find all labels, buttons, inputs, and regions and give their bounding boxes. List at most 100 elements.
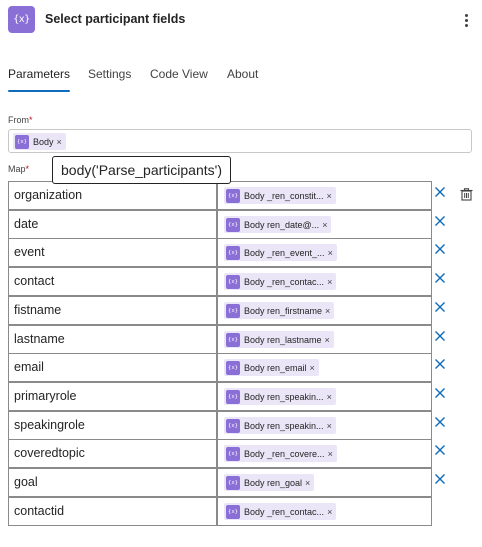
map-row: date {x} Body ren_date@... × bbox=[8, 210, 432, 239]
token-remove-icon[interactable]: × bbox=[328, 449, 333, 459]
map-value-input[interactable]: {x} Body ren_email × bbox=[217, 353, 432, 382]
token-remove-icon[interactable]: × bbox=[322, 220, 327, 230]
from-label: From* bbox=[8, 115, 33, 125]
delete-row-icon[interactable] bbox=[432, 213, 448, 229]
delete-row-icon[interactable] bbox=[432, 442, 448, 458]
token-remove-icon[interactable]: × bbox=[327, 277, 332, 287]
expression-token-icon: {x} bbox=[226, 217, 240, 232]
expression-token-icon: {x} bbox=[226, 475, 240, 490]
map-value-input[interactable]: {x} Body ren_speakin... × bbox=[217, 382, 432, 411]
token-label: Body _ren_covere... bbox=[244, 448, 325, 459]
map-key-input[interactable]: organization bbox=[8, 181, 217, 210]
delete-row-icon[interactable] bbox=[432, 184, 448, 200]
value-token[interactable]: {x} Body ren_firstname × bbox=[224, 302, 335, 319]
value-token[interactable]: {x} Body ren_speakin... × bbox=[224, 417, 336, 434]
tab-settings[interactable]: Settings bbox=[88, 66, 131, 92]
delete-row-icon[interactable] bbox=[432, 299, 448, 315]
token-remove-icon[interactable]: × bbox=[325, 335, 330, 345]
value-token[interactable]: {x} Body _ren_covere... × bbox=[224, 445, 337, 462]
map-value-input[interactable]: {x} Body ren_date@... × bbox=[217, 210, 432, 239]
map-row: primaryrole {x} Body ren_speakin... × bbox=[8, 382, 432, 411]
delete-row-icon[interactable] bbox=[432, 385, 448, 401]
map-row: fistname {x} Body ren_firstname × bbox=[8, 296, 432, 325]
value-token[interactable]: {x} Body ren_date@... × bbox=[224, 216, 332, 233]
map-key-input[interactable]: coveredtopic bbox=[8, 439, 217, 468]
map-row: coveredtopic {x} Body _ren_covere... × bbox=[8, 439, 432, 468]
token-label: Body bbox=[33, 136, 54, 147]
delete-row-icon[interactable] bbox=[432, 471, 448, 487]
token-remove-icon[interactable]: × bbox=[327, 392, 332, 402]
value-token[interactable]: {x} Body _ren_contac... × bbox=[224, 273, 337, 290]
expression-token-icon: {x} bbox=[226, 389, 240, 404]
page-title: Select participant fields bbox=[45, 12, 186, 26]
token-remove-icon[interactable]: × bbox=[57, 137, 62, 147]
expression-token-icon: {x} bbox=[226, 504, 240, 519]
map-value-input[interactable]: {x} Body ren_lastname × bbox=[217, 325, 432, 354]
from-input[interactable]: {x} Body × bbox=[8, 129, 472, 153]
tab-code-view[interactable]: Code View bbox=[150, 66, 208, 92]
value-token[interactable]: {x} Body ren_lastname × bbox=[224, 331, 334, 348]
body-token[interactable]: {x} Body × bbox=[13, 133, 66, 150]
value-token[interactable]: {x} Body ren_email × bbox=[224, 359, 319, 376]
token-remove-icon[interactable]: × bbox=[327, 421, 332, 431]
tab-about[interactable]: About bbox=[227, 66, 258, 92]
map-label-text: Map bbox=[8, 164, 26, 174]
expression-token-icon: {x} bbox=[226, 418, 240, 433]
value-token[interactable]: {x} Body _ren_constit... × bbox=[224, 187, 336, 204]
expression-token-icon: {x} bbox=[226, 360, 240, 375]
token-label: Body ren_goal bbox=[244, 477, 303, 488]
value-token[interactable]: {x} Body _ren_event_... × bbox=[224, 244, 337, 261]
token-remove-icon[interactable]: × bbox=[328, 248, 333, 258]
map-key-input[interactable]: contactid bbox=[8, 497, 217, 526]
delete-row-icon[interactable] bbox=[432, 414, 448, 430]
map-key-input[interactable]: speakingrole bbox=[8, 411, 217, 440]
map-value-input[interactable]: {x} Body ren_goal × bbox=[217, 468, 432, 497]
expression-token-icon: {x} bbox=[226, 188, 240, 203]
tab-parameters[interactable]: Parameters bbox=[8, 66, 71, 92]
delete-row-icon[interactable] bbox=[432, 270, 448, 286]
map-value-input[interactable]: {x} Body _ren_covere... × bbox=[217, 439, 432, 468]
map-key-input[interactable]: date bbox=[8, 210, 217, 239]
token-label: Body ren_lastname bbox=[244, 334, 322, 345]
required-mark: * bbox=[25, 164, 30, 174]
map-row: organization {x} Body _ren_constit... × bbox=[8, 181, 432, 210]
token-remove-icon[interactable]: × bbox=[327, 191, 332, 201]
value-token[interactable]: {x} Body _ren_contac... × bbox=[224, 503, 337, 520]
value-token[interactable]: {x} Body ren_goal × bbox=[224, 474, 315, 491]
map-key-input[interactable]: goal bbox=[8, 468, 217, 497]
map-value-input[interactable]: {x} Body _ren_constit... × bbox=[217, 181, 432, 210]
token-remove-icon[interactable]: × bbox=[327, 507, 332, 517]
expression-token-icon: {x} bbox=[226, 446, 240, 461]
token-label: Body _ren_contac... bbox=[244, 276, 325, 287]
token-remove-icon[interactable]: × bbox=[305, 478, 310, 488]
map-value-input[interactable]: {x} Body _ren_event_... × bbox=[217, 238, 432, 267]
data-operation-icon: {x} bbox=[8, 6, 35, 33]
delete-all-icon[interactable] bbox=[458, 186, 474, 202]
expression-token-icon: {x} bbox=[226, 274, 240, 289]
map-key-input[interactable]: contact bbox=[8, 267, 217, 296]
required-mark: * bbox=[29, 115, 33, 125]
map-value-input[interactable]: {x} Body ren_speakin... × bbox=[217, 411, 432, 440]
map-key-input[interactable]: primaryrole bbox=[8, 382, 217, 411]
map-value-input[interactable]: {x} Body ren_firstname × bbox=[217, 296, 432, 325]
map-row: goal {x} Body ren_goal × bbox=[8, 468, 432, 497]
map-key-input[interactable]: event bbox=[8, 238, 217, 267]
value-token[interactable]: {x} Body ren_speakin... × bbox=[224, 388, 336, 405]
token-label: Body _ren_event_... bbox=[244, 247, 325, 258]
map-row: speakingrole {x} Body ren_speakin... × bbox=[8, 411, 432, 440]
delete-row-icon[interactable] bbox=[432, 241, 448, 257]
token-remove-icon[interactable]: × bbox=[325, 306, 330, 316]
map-key-input[interactable]: lastname bbox=[8, 325, 217, 354]
token-remove-icon[interactable]: × bbox=[310, 363, 315, 373]
more-options-icon[interactable] bbox=[460, 10, 472, 30]
expression-token-icon: {x} bbox=[226, 245, 240, 260]
token-label: Body ren_email bbox=[244, 362, 307, 373]
header: {x} Select participant fields bbox=[0, 0, 482, 40]
delete-row-icon[interactable] bbox=[432, 356, 448, 372]
map-value-input[interactable]: {x} Body _ren_contac... × bbox=[217, 497, 432, 526]
delete-row-icon[interactable] bbox=[432, 328, 448, 344]
map-key-input[interactable]: email bbox=[8, 353, 217, 382]
map-value-input[interactable]: {x} Body _ren_contac... × bbox=[217, 267, 432, 296]
token-label: Body ren_firstname bbox=[244, 305, 323, 316]
map-key-input[interactable]: fistname bbox=[8, 296, 217, 325]
